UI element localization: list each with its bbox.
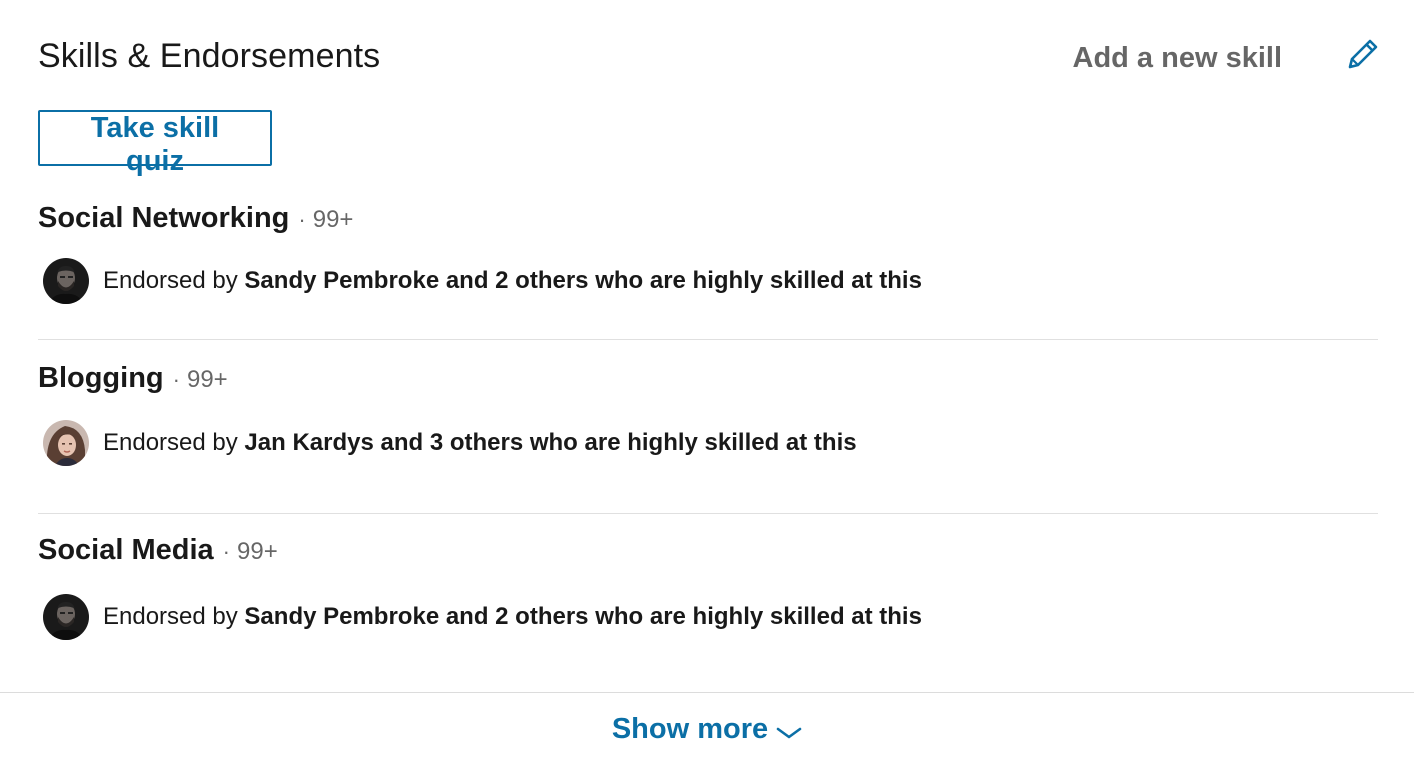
section-title: Skills & Endorsements [38, 36, 381, 75]
skill-name[interactable]: Social Networking [38, 202, 289, 235]
skill-item: Social Media · 99+ Endorsed by Sandy Pem… [38, 514, 1378, 680]
skill-name[interactable]: Blogging [38, 362, 164, 395]
pencil-icon [1348, 39, 1378, 69]
endorsers-link[interactable]: Sandy Pembroke and 2 others who are high… [244, 603, 922, 630]
endorsement-row: Endorsed by Sandy Pembroke and 2 others … [43, 258, 922, 304]
endorsement-text: Endorsed by Sandy Pembroke and 2 others … [103, 267, 922, 295]
endorsement-text: Endorsed by Jan Kardys and 3 others who … [103, 429, 857, 457]
endorser-avatar[interactable] [43, 420, 89, 466]
endorsed-by-label: Endorsed by [103, 429, 245, 456]
add-new-skill-link[interactable]: Add a new skill [1073, 42, 1283, 75]
man-avatar-icon [43, 258, 89, 304]
endorsed-by-label: Endorsed by [103, 603, 245, 630]
endorsement-row: Endorsed by Sandy Pembroke and 2 others … [43, 594, 922, 640]
skill-separator: · [298, 207, 306, 232]
header-actions: Add a new skill [1073, 35, 1379, 77]
skills-list: Social Networking · 99+ Endorsed by Sand… [38, 176, 1378, 680]
skills-endorsements-card: Skills & Endorsements Add a new skill Ta… [0, 0, 1414, 766]
skill-name-row: Social Media · 99+ [38, 534, 278, 567]
show-more-button[interactable]: Show more [612, 713, 802, 746]
skill-separator: · [172, 367, 180, 392]
show-more-label: Show more [611, 712, 769, 745]
edit-skills-button[interactable] [1340, 33, 1384, 77]
endorser-avatar[interactable] [43, 258, 89, 304]
skill-name[interactable]: Social Media [38, 534, 214, 567]
card-footer: Show more [0, 692, 1414, 767]
section-header: Skills & Endorsements Add a new skill [38, 30, 1378, 82]
chevron-down-icon [776, 727, 802, 739]
endorsers-link[interactable]: Jan Kardys and 3 others who are highly s… [244, 429, 856, 456]
endorsement-count: 99+ [312, 206, 354, 233]
endorser-avatar[interactable] [43, 594, 89, 640]
skill-item: Blogging · 99+ Endorsed by Jan Kardys an… [38, 340, 1378, 514]
endorsement-count: 99+ [237, 538, 278, 565]
woman-avatar-icon [43, 420, 89, 466]
endorsement-text: Endorsed by Sandy Pembroke and 2 others … [103, 603, 922, 631]
man-avatar-icon [43, 594, 89, 640]
endorsed-by-label: Endorsed by [103, 267, 245, 294]
skill-item: Social Networking · 99+ Endorsed by Sand… [38, 176, 1378, 340]
endorsers-link[interactable]: Sandy Pembroke and 2 others who are high… [244, 267, 922, 294]
skill-name-row: Social Networking · 99+ [38, 202, 353, 235]
endorsement-count: 99+ [186, 366, 228, 393]
skill-separator: · [222, 539, 230, 564]
take-skill-quiz-button[interactable]: Take skill quiz [38, 110, 272, 177]
endorsement-row: Endorsed by Jan Kardys and 3 others who … [43, 420, 857, 466]
skill-name-row: Blogging · 99+ [38, 362, 228, 395]
